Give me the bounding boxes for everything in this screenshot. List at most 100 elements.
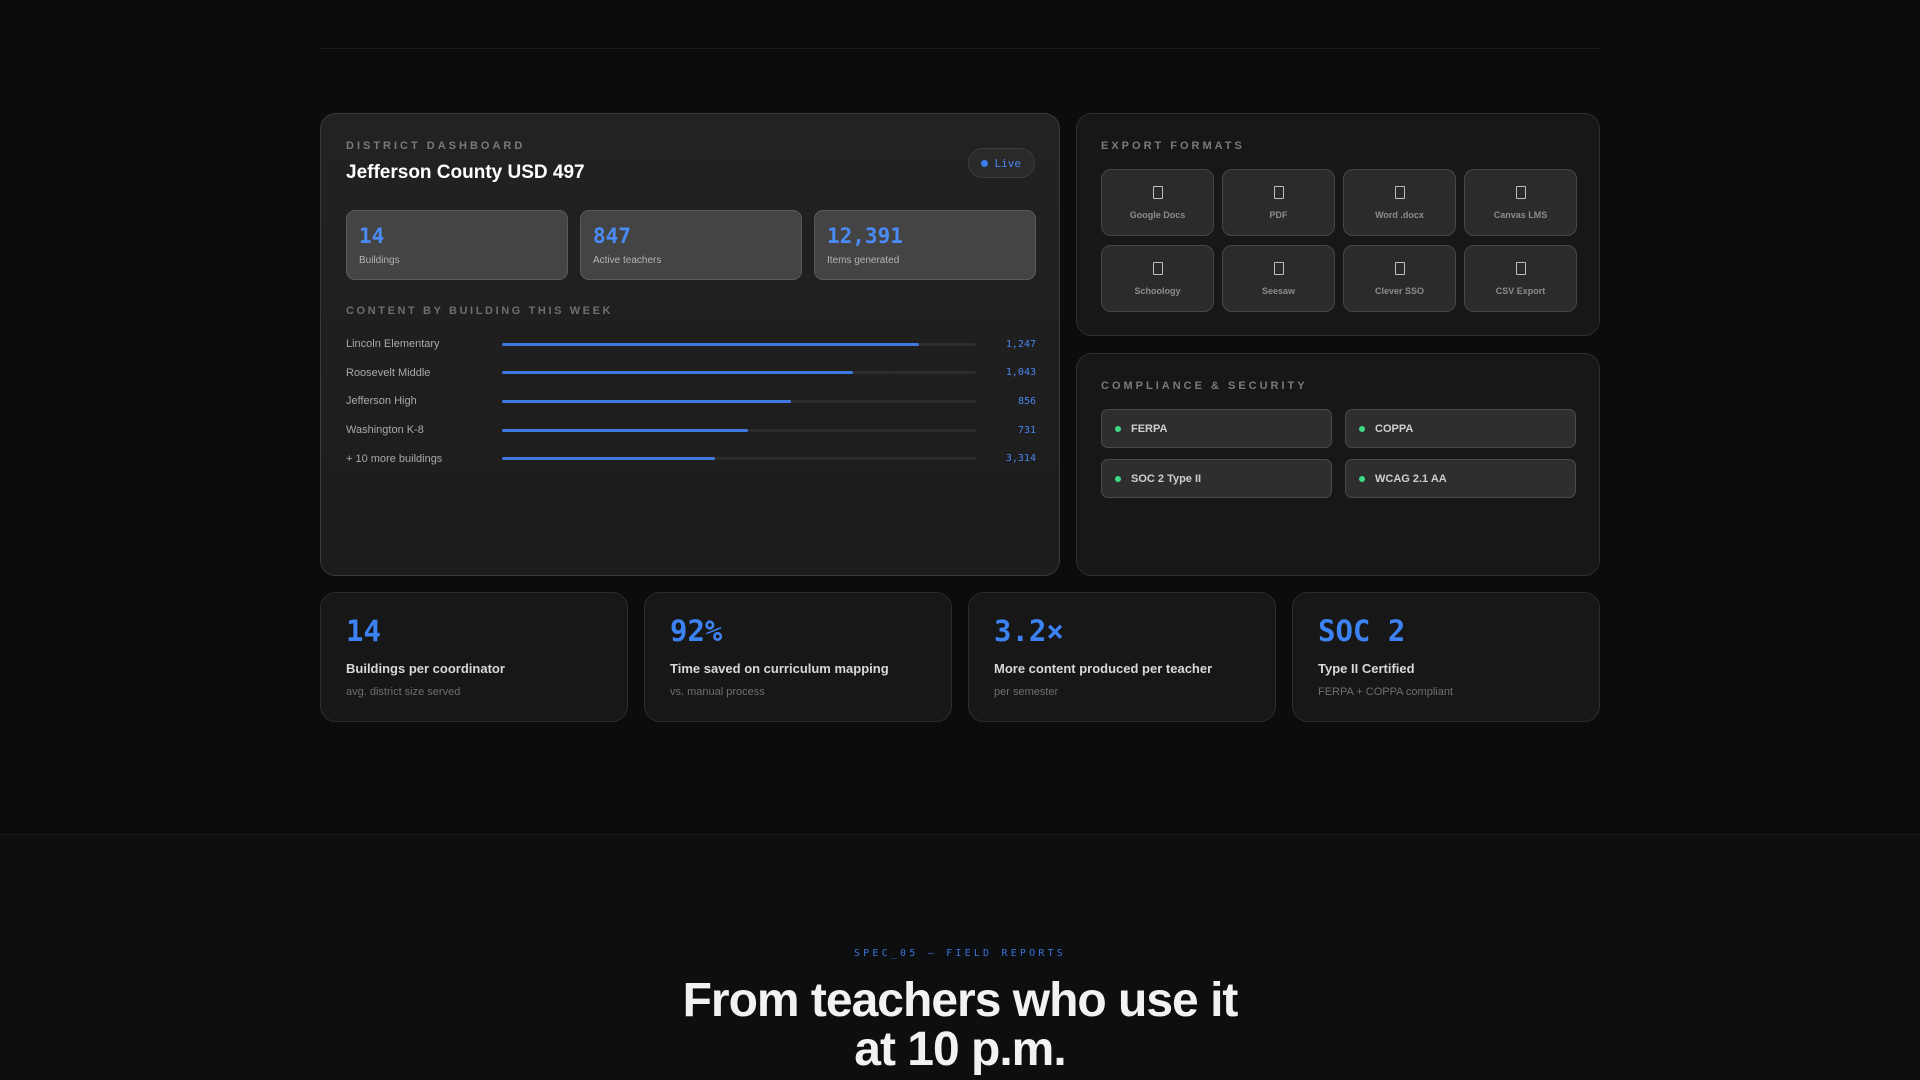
export-seesaw[interactable]: Seesaw xyxy=(1222,245,1335,312)
status-dot-icon xyxy=(1115,475,1121,482)
compliance-security-card: COMPLIANCE & SECURITY FERPA COPPA SOC 2 … xyxy=(1076,353,1600,576)
stat-items-generated: 12,391 Items generated xyxy=(814,210,1036,280)
status-dot-icon xyxy=(1359,475,1365,482)
document-icon xyxy=(1394,261,1405,275)
format-label: Canvas LMS xyxy=(1493,209,1548,220)
headline-line-2: at 10 p.m. xyxy=(854,1023,1066,1076)
badge-label: WCAG 2.1 AA xyxy=(1375,472,1447,485)
document-icon xyxy=(1273,185,1284,199)
live-status-pill: Live xyxy=(967,148,1035,178)
building-count: 856 xyxy=(1017,395,1036,407)
status-dot-icon xyxy=(1115,425,1121,432)
metric-card: 3.2× More content produced per teacher p… xyxy=(968,592,1276,722)
metric-card: 92% Time saved on curriculum mapping vs.… xyxy=(644,592,952,722)
format-label: Clever SSO xyxy=(1374,285,1425,296)
bar-track xyxy=(502,371,976,375)
document-icon xyxy=(1152,261,1163,275)
metric-card: 14 Buildings per coordinator avg. distri… xyxy=(320,592,628,722)
metric-title: More content produced per teacher xyxy=(994,661,1213,676)
export-csv[interactable]: CSV Export xyxy=(1464,245,1577,312)
export-eyebrow: EXPORT FORMATS xyxy=(1101,140,1245,152)
metric-title: Buildings per coordinator xyxy=(346,661,505,676)
building-count: 3,314 xyxy=(1005,453,1036,465)
bar-fill xyxy=(502,399,792,403)
stat-label: Active teachers xyxy=(593,255,662,266)
bar-track xyxy=(502,342,976,346)
document-icon xyxy=(1152,185,1163,199)
document-icon xyxy=(1515,185,1526,199)
metric-value: 92% xyxy=(670,614,723,648)
compliance-badge-ferpa: FERPA xyxy=(1101,409,1332,448)
export-canvas-lms[interactable]: Canvas LMS xyxy=(1464,169,1577,236)
metric-value: SOC 2 xyxy=(1318,614,1406,648)
district-dashboard-card: DISTRICT DASHBOARD Jefferson County USD … xyxy=(320,113,1060,576)
building-name: + 10 more buildings xyxy=(346,452,443,465)
bar-fill xyxy=(502,457,716,461)
headline-line-1: From teachers who use it xyxy=(682,974,1239,1027)
format-label: Google Docs xyxy=(1129,209,1186,220)
stats-row: 14 Buildings 847 Active teachers 12,391 … xyxy=(346,210,1036,280)
bar-fill xyxy=(502,342,920,346)
bar-fill xyxy=(502,428,749,432)
format-label: Seesaw xyxy=(1261,285,1296,296)
metric-cards-row: 14 Buildings per coordinator avg. distri… xyxy=(320,592,1600,722)
stat-value: 14 xyxy=(359,224,385,248)
bar-track xyxy=(502,428,976,432)
document-icon xyxy=(1515,261,1526,275)
metric-value: 14 xyxy=(346,614,381,648)
export-pdf[interactable]: PDF xyxy=(1222,169,1335,236)
document-icon xyxy=(1273,261,1284,275)
bar-track xyxy=(502,399,976,403)
export-clever-sso[interactable]: Clever SSO xyxy=(1343,245,1456,312)
building-row-more[interactable]: + 10 more buildings 3,314 xyxy=(346,444,1036,473)
district-title: Jefferson County USD 497 xyxy=(346,162,585,183)
metric-title: Type II Certified xyxy=(1318,661,1415,676)
export-formats-card: EXPORT FORMATS Google Docs PDF Word .doc… xyxy=(1076,113,1600,336)
building-count: 1,247 xyxy=(1005,338,1036,350)
compliance-badge-soc2: SOC 2 Type II xyxy=(1101,459,1332,498)
live-label: Live xyxy=(994,156,1022,170)
building-count: 1,043 xyxy=(1005,367,1036,379)
metric-subtitle: vs. manual process xyxy=(670,686,765,698)
stat-buildings: 14 Buildings xyxy=(346,210,568,280)
metric-card: SOC 2 Type II Certified FERPA + COPPA co… xyxy=(1292,592,1600,722)
metric-subtitle: FERPA + COPPA compliant xyxy=(1318,686,1454,698)
export-schoology[interactable]: Schoology xyxy=(1101,245,1214,312)
metric-title: Time saved on curriculum mapping xyxy=(670,661,889,676)
field-reports-eyebrow: SPEC_05 — FIELD REPORTS xyxy=(853,948,1067,959)
stat-active-teachers: 847 Active teachers xyxy=(580,210,802,280)
building-name: Jefferson High xyxy=(346,395,417,408)
stat-label: Items generated xyxy=(827,255,900,266)
export-google-docs[interactable]: Google Docs xyxy=(1101,169,1214,236)
compliance-eyebrow: COMPLIANCE & SECURITY xyxy=(1101,380,1308,392)
stat-label: Buildings xyxy=(359,255,400,266)
stat-value: 12,391 xyxy=(827,224,903,248)
building-name: Lincoln Elementary xyxy=(346,338,440,351)
building-count: 731 xyxy=(1017,424,1036,436)
building-row: Lincoln Elementary 1,247 xyxy=(346,330,1036,359)
field-reports-headline: From teachers who use it at 10 p.m. xyxy=(0,976,1920,1074)
building-name: Washington K-8 xyxy=(346,424,424,437)
badge-label: FERPA xyxy=(1131,422,1168,435)
live-dot-icon xyxy=(980,159,988,167)
bars-eyebrow: CONTENT BY BUILDING THIS WEEK xyxy=(346,305,614,317)
badge-label: SOC 2 Type II xyxy=(1131,472,1202,485)
compliance-badge-wcag: WCAG 2.1 AA xyxy=(1345,459,1576,498)
building-name: Roosevelt Middle xyxy=(346,366,431,379)
format-label: CSV Export xyxy=(1495,285,1546,296)
metric-value: 3.2× xyxy=(994,614,1064,648)
building-row: Washington K-8 731 xyxy=(346,416,1036,445)
compliance-badge-coppa: COPPA xyxy=(1345,409,1576,448)
dashboard-eyebrow: DISTRICT DASHBOARD xyxy=(346,140,526,152)
metric-subtitle: per semester xyxy=(994,686,1059,698)
metric-subtitle: avg. district size served xyxy=(346,686,461,698)
format-label: PDF xyxy=(1269,209,1288,220)
building-bar-list: Lincoln Elementary 1,247 Roosevelt Middl… xyxy=(346,330,1036,473)
format-label: Word .docx xyxy=(1375,209,1424,220)
stat-value: 847 xyxy=(593,224,631,248)
building-row: Jefferson High 856 xyxy=(346,387,1036,416)
top-divider xyxy=(320,48,1600,49)
export-word-docx[interactable]: Word .docx xyxy=(1343,169,1456,236)
format-label: Schoology xyxy=(1134,285,1181,296)
bar-fill xyxy=(502,371,853,375)
